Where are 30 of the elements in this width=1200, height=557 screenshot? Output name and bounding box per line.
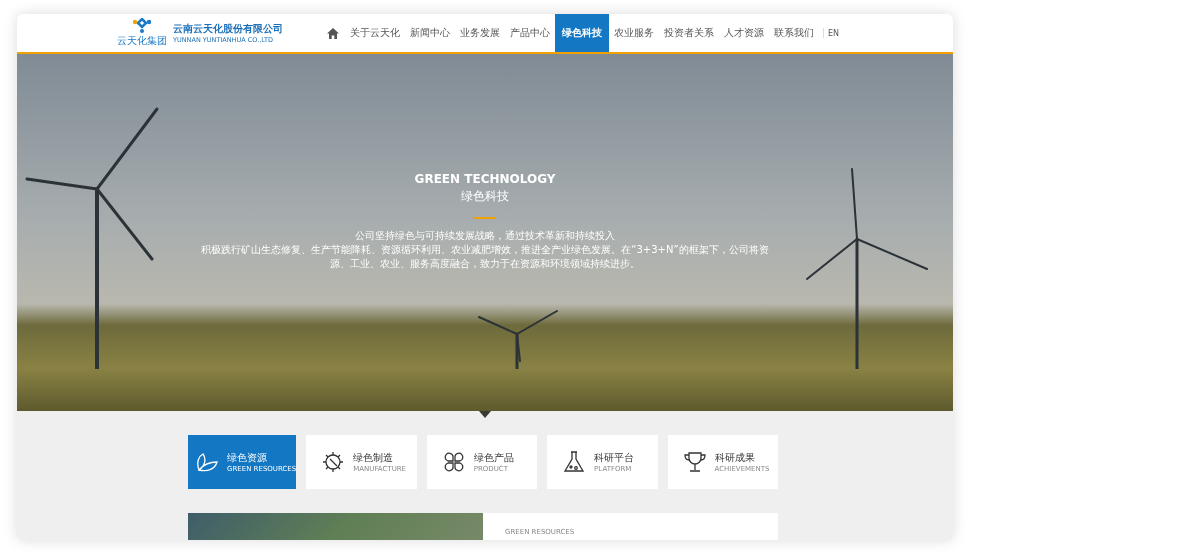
language-link[interactable]: EN [828, 28, 840, 38]
category-title: 绿色产品 [473, 451, 514, 465]
gear-wrench-icon [322, 451, 345, 473]
nav-item[interactable]: 联系我们 [769, 14, 819, 52]
nav-item[interactable]: 人才资源 [719, 14, 769, 52]
home-icon[interactable] [327, 27, 339, 39]
nav-item[interactable]: 绿色科技 [555, 14, 609, 52]
category-title: 科研平台 [594, 451, 635, 465]
pointer-icon [479, 411, 491, 418]
hero-description-line: 源、工业、农业、服务高度融合，致力于在资源和环境领域持续进步。 [330, 257, 640, 271]
category-title: 绿色资源 [227, 451, 268, 465]
hero-description-line: 公司坚持绿色与可持续发展战略，通过技术革新和持续投入 [355, 229, 615, 243]
hero-title: 绿色科技 [461, 188, 509, 205]
nav-item[interactable]: 产品中心 [505, 14, 555, 52]
hero-title-en: GREEN TECHNOLOGY [414, 172, 556, 186]
trophy-icon [683, 451, 706, 473]
nav-item[interactable]: 农业服务 [609, 14, 659, 52]
nav-item[interactable]: 关于云天化 [345, 14, 405, 52]
clover-icon [442, 451, 465, 473]
category-title: 科研成果 [714, 451, 756, 465]
flask-icon [563, 451, 586, 473]
category-title: 绿色制造 [353, 451, 395, 465]
logo-icon [131, 18, 153, 34]
hero-description-line: 积极践行矿山生态修复、生产节能降耗、资源循环利用、农业减肥增效，推进全产业绿色发展。在“3+3+N”的框架下，公司将资 [201, 243, 769, 257]
nav-item[interactable]: 投资者关系 [659, 14, 719, 52]
nav-item[interactable]: 业务发展 [455, 14, 505, 52]
leaves-icon [196, 452, 218, 472]
logo-caption: 云天化集团 [117, 34, 167, 48]
company-name: 云南云天化股份有限公司 [173, 22, 283, 36]
nav-item[interactable]: 新闻中心 [405, 14, 455, 52]
